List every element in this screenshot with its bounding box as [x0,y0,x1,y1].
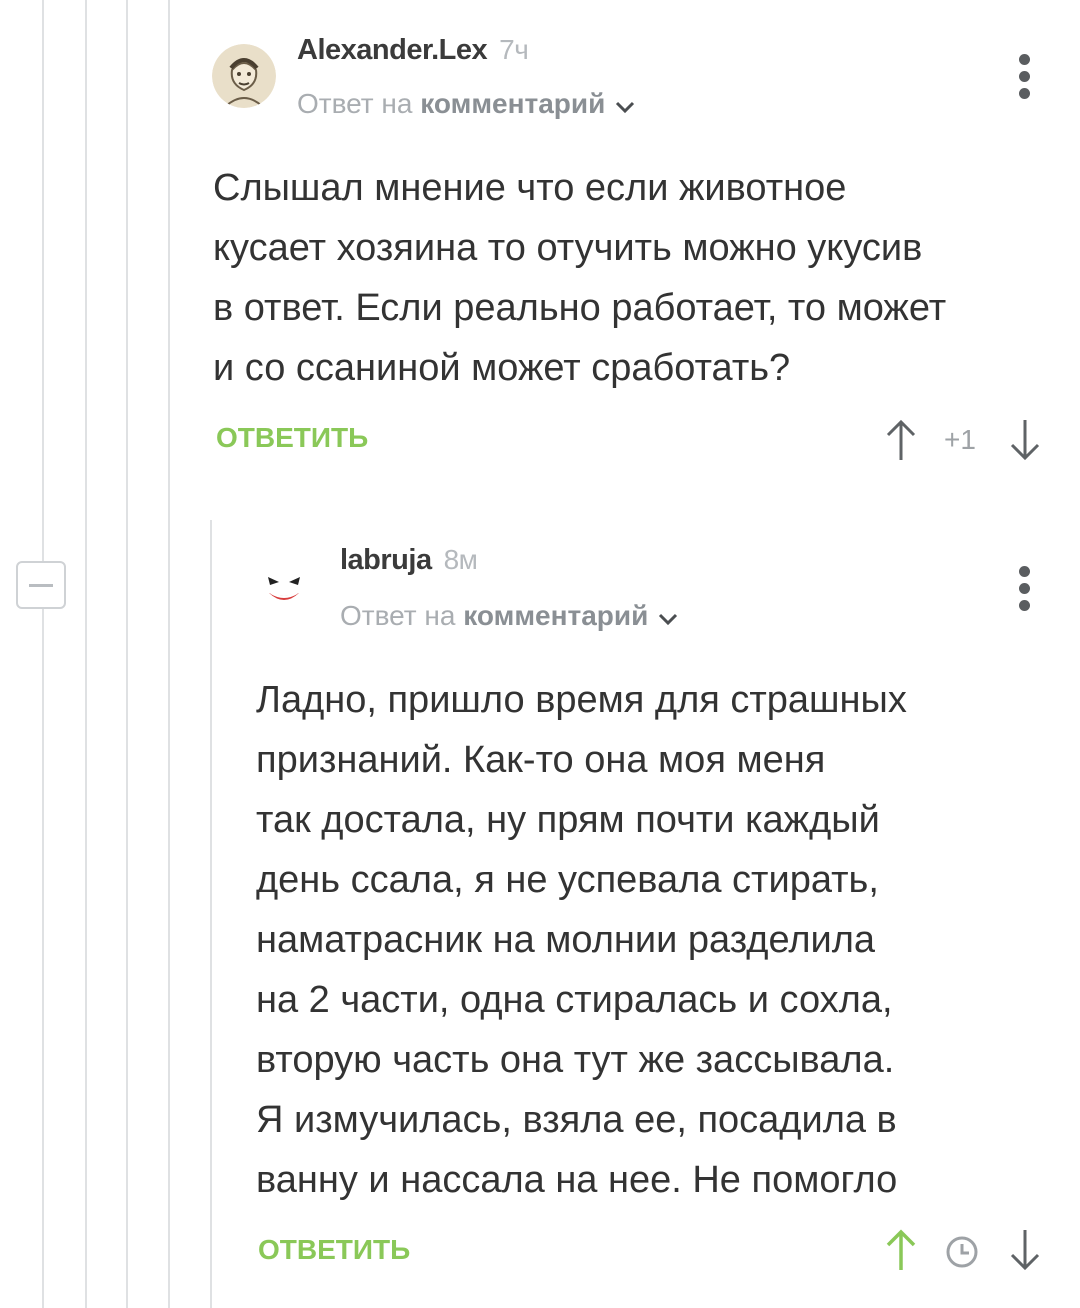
reply-to-line: Ответ на комментарий [340,600,678,634]
author-name[interactable]: labruja [340,544,432,576]
arrow-up-icon[interactable] [884,418,918,467]
comment-score: +1 [944,424,976,455]
joker-face-avatar[interactable] [254,555,314,615]
arrow-up-icon[interactable] [884,1228,918,1277]
comment-alexander-lex: Alexander.Lex 7ч Ответ на комментарий Слы… [0,0,1080,500]
comment-time: 7ч [499,34,529,65]
comment-body: Слышал мнение что если животное кусает х… [213,167,947,389]
reply-to-comment-link[interactable]: комментарий [420,88,605,119]
reply-button[interactable]: ОТВЕТИТЬ [216,422,368,454]
more-vertical-icon[interactable] [1015,564,1035,616]
arrow-down-icon[interactable] [1008,1228,1042,1277]
comments-thread: Alexander.Lex 7ч Ответ на комментарий Слы… [0,0,1080,1308]
comment-labruja: labruja 8м Ответ на комментарий Ладно, пр… [0,520,1080,1308]
reply-to-line: Ответ на комментарий [297,88,635,122]
comment-time: 8м [443,544,478,575]
comment-author[interactable]: labruja 8м [340,544,478,577]
author-name[interactable]: Alexander.Lex [297,34,488,66]
reply-to-prefix: Ответ на [340,600,456,631]
reply-to-comment-link[interactable]: комментарий [463,600,648,631]
reply-to-prefix: Ответ на [297,88,413,119]
doodle-face-avatar[interactable] [212,44,276,108]
comment-author[interactable]: Alexander.Lex 7ч [297,34,529,67]
comment-body: Ладно, пришло время для страшных признан… [256,679,907,1201]
more-vertical-icon[interactable] [1015,52,1035,104]
clock-icon [944,1234,980,1275]
chevron-down-icon[interactable] [658,602,678,634]
reply-button[interactable]: ОТВЕТИТЬ [258,1234,410,1266]
chevron-down-icon[interactable] [615,90,635,122]
arrow-down-icon[interactable] [1008,418,1042,467]
